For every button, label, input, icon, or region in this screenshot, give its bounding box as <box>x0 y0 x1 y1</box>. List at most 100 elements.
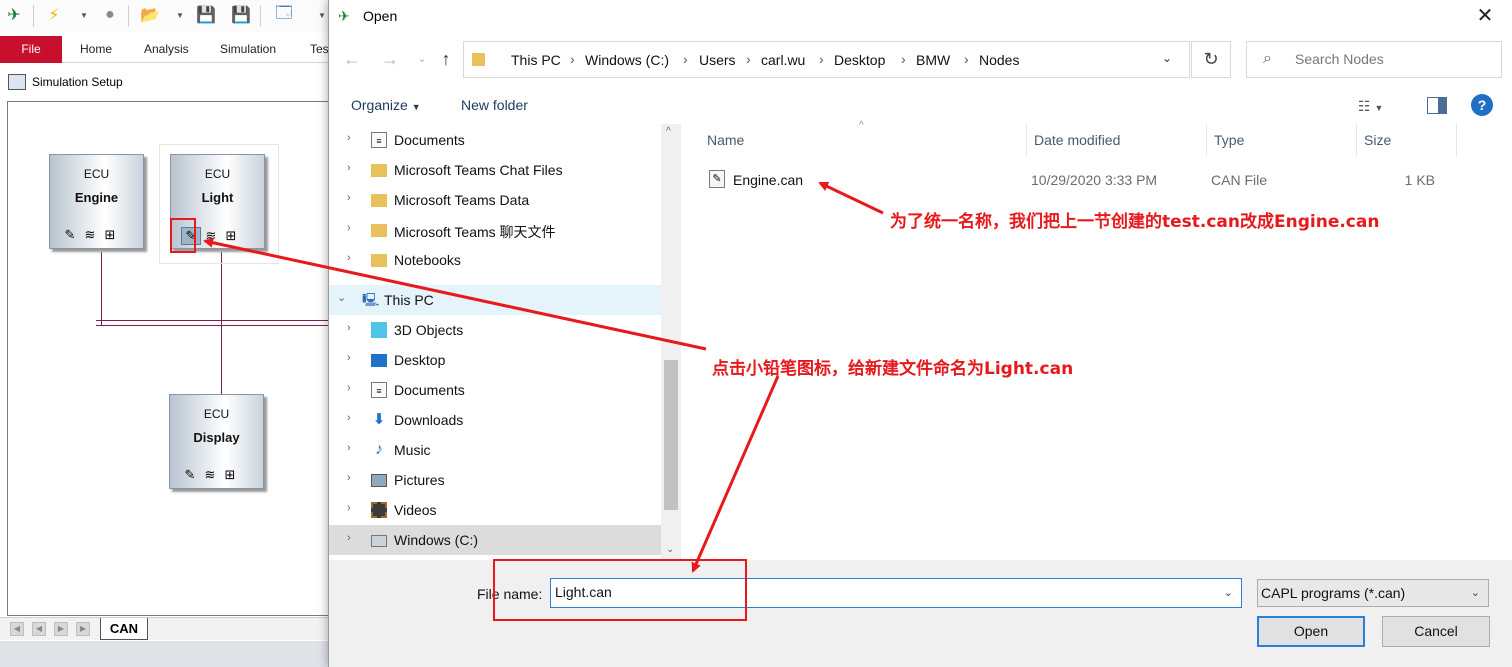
pencil-icon[interactable]: ✎ <box>60 227 80 243</box>
file-type-select[interactable]: CAPL programs (*.can) ⌄ <box>1257 579 1489 607</box>
tree-item-videos[interactable]: › Videos <box>329 495 661 525</box>
stop-icon[interactable]: ● <box>100 5 120 25</box>
address-bar[interactable]: This PC › Windows (C:) › Users › carl.wu… <box>463 41 1190 78</box>
file-row[interactable]: ✎ Engine.can 10/29/2020 3:33 PM CAN File… <box>703 168 1463 192</box>
expand-chevron-icon[interactable]: › <box>347 382 351 394</box>
organize-menu[interactable]: Organize ▼ <box>351 97 421 113</box>
breadcrumb-separator-icon[interactable]: › <box>683 51 688 67</box>
chevron-down-icon[interactable]: ▼ <box>170 5 190 25</box>
breadcrumb-separator-icon[interactable]: › <box>901 51 906 67</box>
column-divider[interactable] <box>1206 124 1207 156</box>
tab-home[interactable]: Home <box>70 36 122 63</box>
layers-icon[interactable]: ≋ <box>80 227 100 243</box>
view-options-menu[interactable]: ☷ ▼ <box>1358 98 1383 115</box>
breadcrumb-separator-icon[interactable]: › <box>570 51 575 67</box>
network-icon[interactable]: ⊞ <box>100 227 120 243</box>
cancel-button[interactable]: Cancel <box>1382 616 1490 647</box>
column-header-size[interactable]: Size <box>1364 132 1391 148</box>
new-folder-button[interactable]: New folder <box>461 97 528 113</box>
tree-item-3d-objects[interactable]: › 3D Objects <box>329 315 661 345</box>
chevron-down-icon[interactable]: ▼ <box>74 5 94 25</box>
tree-item-teams-data[interactable]: › Microsoft Teams Data <box>329 185 661 215</box>
expand-chevron-icon[interactable]: › <box>347 412 351 424</box>
tree-item-windows-c[interactable]: › Windows (C:) <box>329 525 661 555</box>
expand-chevron-icon[interactable]: › <box>347 472 351 484</box>
help-button[interactable]: ? <box>1471 94 1493 116</box>
tab-can-bus[interactable]: CAN <box>100 618 148 640</box>
breadcrumb-desktop[interactable]: Desktop <box>834 52 885 68</box>
tree-item-pictures[interactable]: › Pictures <box>329 465 661 495</box>
simulation-canvas[interactable]: ECU Engine ✎ ≋ ⊞ ECU Light ✎ ≋ ⊞ ECU Display… <box>7 101 336 616</box>
breadcrumb-separator-icon[interactable]: › <box>819 51 824 67</box>
open-button[interactable]: Open <box>1257 616 1365 647</box>
dialog-title-bar[interactable]: ✈ Open ✕ <box>329 0 1512 32</box>
network-icon[interactable]: ⊞ <box>220 467 240 483</box>
up-arrow-icon[interactable]: ↑ <box>435 48 457 70</box>
tab-file[interactable]: File <box>0 36 62 63</box>
expand-chevron-icon[interactable]: › <box>347 442 351 454</box>
column-header-date-modified[interactable]: Date modified <box>1034 132 1120 148</box>
address-dropdown-icon[interactable]: ⌄ <box>1162 51 1172 65</box>
lightning-start-icon[interactable]: ⚡ <box>44 5 64 25</box>
first-tab-icon[interactable]: ◀ <box>10 622 24 636</box>
layers-icon[interactable]: ≋ <box>201 228 221 244</box>
scrollbar-thumb[interactable] <box>664 360 678 510</box>
open-folder-icon[interactable]: 📂 <box>140 5 160 25</box>
column-header-name[interactable]: Name <box>707 132 744 148</box>
expand-chevron-icon[interactable]: › <box>347 162 351 174</box>
breadcrumb-separator-icon[interactable]: › <box>964 51 969 67</box>
tree-item-notebooks[interactable]: › Notebooks <box>329 245 661 275</box>
network-icon[interactable]: ⊞ <box>221 228 241 244</box>
expand-chevron-icon[interactable]: › <box>347 532 351 544</box>
scroll-down-icon[interactable]: ⌄ <box>666 544 674 555</box>
pencil-icon[interactable]: ✎ <box>181 227 201 245</box>
next-tab-icon[interactable]: ▶ <box>54 622 68 636</box>
tree-item-teams-chat-files[interactable]: › Microsoft Teams Chat Files <box>329 155 661 185</box>
tree-item-documents[interactable]: › ≡ Documents <box>329 125 661 155</box>
column-divider[interactable] <box>1456 124 1457 156</box>
ecu-node-display[interactable]: ECU Display ✎ ≋ ⊞ <box>169 394 264 489</box>
options-icon[interactable]: 🗔 <box>274 5 294 25</box>
breadcrumb-users[interactable]: Users <box>699 52 736 68</box>
refresh-button[interactable]: ↻ <box>1191 41 1231 78</box>
preview-pane-toggle-icon[interactable] <box>1427 97 1447 114</box>
back-arrow-icon[interactable]: ← <box>341 48 363 70</box>
scroll-up-icon[interactable]: ^ <box>666 126 671 137</box>
column-divider[interactable] <box>1356 124 1357 156</box>
tree-item-desktop[interactable]: › Desktop <box>329 345 661 375</box>
column-divider[interactable] <box>1026 124 1027 156</box>
layers-icon[interactable]: ≋ <box>200 467 220 483</box>
pencil-icon[interactable]: ✎ <box>180 467 200 483</box>
close-button[interactable]: ✕ <box>1473 4 1497 28</box>
search-input[interactable] <box>1295 51 1485 67</box>
tree-item-this-pc[interactable]: ⌄ 🖳 This PC <box>329 285 661 315</box>
expand-chevron-icon[interactable]: › <box>347 252 351 264</box>
file-name-input[interactable] <box>555 584 1215 600</box>
ecu-node-engine[interactable]: ECU Engine ✎ ≋ ⊞ <box>49 154 144 249</box>
expand-chevron-icon[interactable]: › <box>347 222 351 234</box>
breadcrumb-this-pc[interactable]: This PC <box>511 52 561 68</box>
expand-chevron-icon[interactable]: › <box>347 502 351 514</box>
expand-chevron-icon[interactable]: › <box>347 352 351 364</box>
forward-arrow-icon[interactable]: → <box>379 48 401 70</box>
expand-chevron-icon[interactable]: › <box>347 322 351 334</box>
tree-item-downloads[interactable]: › ⬇ Downloads <box>329 405 661 435</box>
expand-chevron-icon[interactable]: › <box>347 132 351 144</box>
breadcrumb-nodes[interactable]: Nodes <box>979 52 1019 68</box>
collapse-chevron-icon[interactable]: ⌄ <box>337 291 346 304</box>
breadcrumb-windows-c[interactable]: Windows (C:) <box>585 52 669 68</box>
tree-item-teams-chat-cn[interactable]: › Microsoft Teams 聊天文件 <box>329 215 661 245</box>
save-icon[interactable]: 💾 <box>196 5 216 25</box>
breadcrumb-separator-icon[interactable]: › <box>746 51 751 67</box>
navigation-scrollbar[interactable]: ^ ⌄ <box>661 124 681 560</box>
tab-simulation[interactable]: Simulation <box>210 36 286 63</box>
column-header-type[interactable]: Type <box>1214 132 1244 148</box>
last-tab-icon[interactable]: ▶ <box>76 622 90 636</box>
prev-tab-icon[interactable]: ◀ <box>32 622 46 636</box>
save-as-icon[interactable]: 💾 <box>231 5 251 25</box>
tab-analysis[interactable]: Analysis <box>134 36 199 63</box>
chevron-down-icon[interactable]: ⌄ <box>1224 586 1233 599</box>
tree-item-music[interactable]: › ♪ Music <box>329 435 661 465</box>
tree-item-documents-pc[interactable]: › ≡ Documents <box>329 375 661 405</box>
breadcrumb-bmw[interactable]: BMW <box>916 52 950 68</box>
